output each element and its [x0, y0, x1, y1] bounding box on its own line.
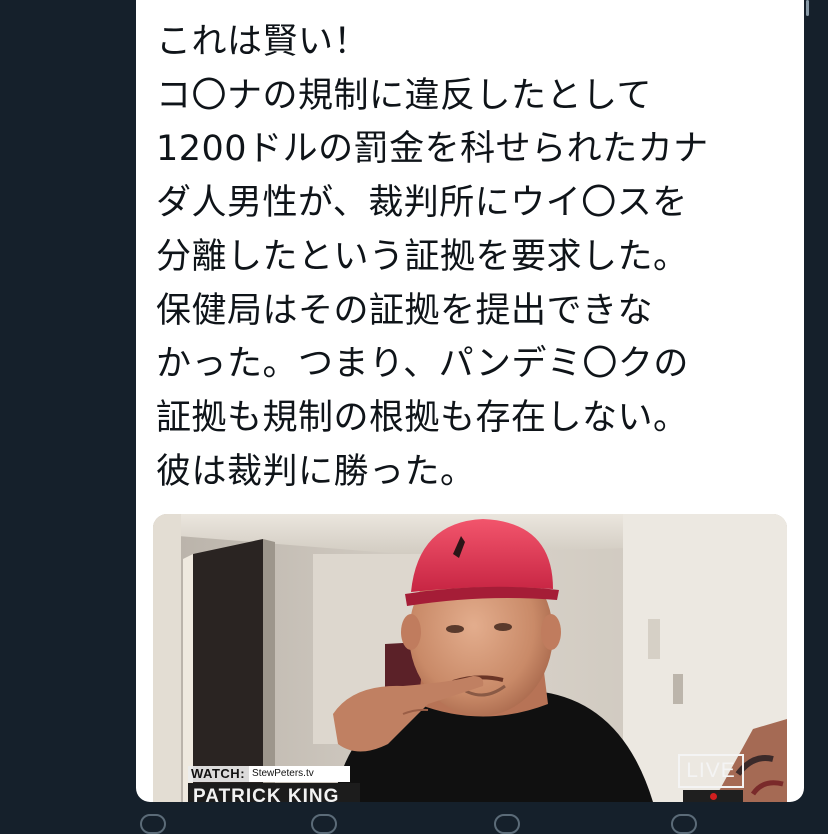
watch-site-url: StewPeters.tv [249, 766, 351, 782]
tweet-text-line: 彼は裁判に勝った。 [156, 451, 476, 492]
retweet-icon[interactable] [311, 814, 337, 834]
tweet-action-bar [136, 812, 804, 834]
share-icon[interactable] [671, 814, 697, 834]
tweet-text-line: 分離したという証拠を要求した。 [156, 236, 689, 277]
tweet-text: これは賢い！ コ〇ナの規制に違反したとして 1200ドルの罰金を科せられたカナ … [156, 16, 796, 499]
video-player[interactable]: WATCH: StewPeters.tv PATRICK KING LIVE [153, 514, 787, 802]
tweet-text-line: これは賢い！ [156, 22, 370, 62]
tweet-text-line: 証拠も規制の根拠も存在しない。 [156, 397, 689, 438]
live-indicator-bar [683, 790, 743, 802]
tweet-text-line: コ〇ナの規制に違反したとして [156, 75, 652, 116]
tweet-text-line: 保健局はその証拠を提出できな [156, 290, 654, 331]
watch-banner: WATCH: StewPeters.tv [188, 766, 351, 782]
reply-icon[interactable] [140, 814, 166, 834]
tweet-text-line: 1200ドルの罰金を科せられたカナ [156, 129, 709, 170]
scrollbar-thumb[interactable] [806, 0, 809, 16]
watch-label: WATCH: [191, 766, 246, 781]
live-dot-icon [710, 793, 717, 800]
tweet-text-line: ダ人男性が、裁判所にウイ〇スを [156, 183, 688, 224]
live-badge: LIVE [678, 754, 744, 788]
like-icon[interactable] [494, 814, 520, 834]
tweet-card[interactable]: これは賢い！ コ〇ナの規制に違反したとして 1200ドルの罰金を科せられたカナ … [136, 0, 804, 802]
tweet-text-line: かった。つまり、パンデミ〇クの [156, 344, 689, 385]
lower-third-name: PATRICK KING [188, 783, 360, 802]
